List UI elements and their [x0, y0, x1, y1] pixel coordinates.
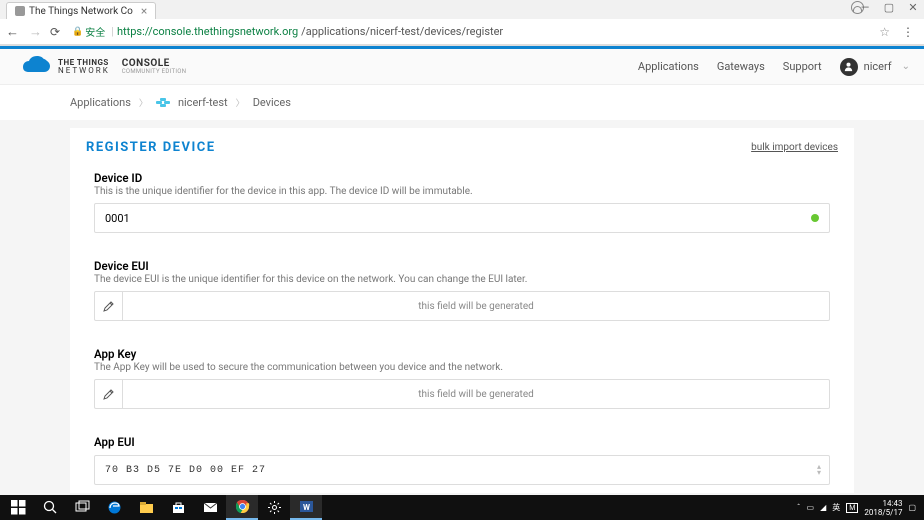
brand-line2: NETWORK — [58, 67, 110, 75]
user-menu[interactable]: nicerf ⌄ — [840, 58, 910, 76]
stepper-icon[interactable]: ▴▾ — [817, 464, 821, 476]
browser-menu-icon[interactable]: ⋮ — [898, 25, 918, 39]
tab-favicon — [15, 6, 25, 16]
maximize-button[interactable]: ▢ — [882, 1, 896, 14]
nav-support[interactable]: Support — [783, 60, 822, 73]
page-card: REGISTER DEVICE bulk import devices Devi… — [70, 128, 854, 493]
username: nicerf — [864, 60, 892, 73]
app-key-placeholder: this field will be generated — [123, 389, 829, 400]
wifi-icon[interactable]: ◢ — [820, 503, 826, 512]
ime-indicator[interactable]: 英 — [832, 502, 840, 513]
console-sub: COMMUNITY EDITION — [122, 69, 187, 75]
edit-device-eui-button[interactable] — [95, 292, 123, 320]
notifications-icon[interactable]: ▢ — [908, 503, 916, 512]
brand-logo[interactable]: THE THINGS NETWORK CONSOLE COMMUNITY EDI… — [14, 56, 186, 77]
chrome-icon[interactable] — [226, 495, 258, 520]
settings-icon[interactable] — [258, 495, 290, 520]
app-icon — [156, 98, 170, 107]
tab-close-icon[interactable]: × — [141, 4, 147, 18]
mail-icon[interactable] — [194, 495, 226, 520]
start-button[interactable] — [2, 495, 34, 520]
avatar-icon — [840, 58, 858, 76]
breadcrumb-applications[interactable]: Applications — [70, 96, 131, 109]
store-icon[interactable] — [162, 495, 194, 520]
chevron-right-icon: 〉 — [236, 96, 245, 109]
bookmark-icon[interactable]: ☆ — [879, 25, 890, 39]
file-explorer-icon[interactable] — [130, 495, 162, 520]
reload-button[interactable]: ⟳ — [50, 25, 60, 39]
device-eui-label: Device EUI — [94, 259, 830, 273]
site-header: THE THINGS NETWORK CONSOLE COMMUNITY EDI… — [0, 49, 924, 85]
bulk-import-link[interactable]: bulk import devices — [751, 142, 838, 153]
secure-badge: 安全 — [72, 24, 105, 39]
url-path: /applications/nicerf-test/devices/regist… — [301, 25, 503, 38]
battery-icon[interactable]: ▭ — [807, 503, 815, 512]
console-label: CONSOLE — [122, 59, 187, 69]
windows-taskbar: W ˆ ▭ ◢ 英 M 14:43 2018/5/17 ▢ — [0, 495, 924, 520]
app-key-help: The App Key will be used to secure the c… — [94, 362, 830, 373]
app-key-label: App Key — [94, 347, 830, 361]
tab-title: The Things Network Co — [29, 6, 133, 17]
chevron-right-icon: 〉 — [139, 96, 148, 109]
device-eui-placeholder: this field will be generated — [123, 301, 829, 312]
app-eui-value: 70 B3 D5 7E D0 00 EF 27 — [105, 465, 266, 476]
forward-button[interactable]: → — [29, 24, 42, 40]
app-eui-select[interactable]: 70 B3 D5 7E D0 00 EF 27 ▴▾ — [94, 455, 830, 485]
back-button[interactable]: ← — [6, 24, 19, 40]
breadcrumb-devices[interactable]: Devices — [253, 96, 291, 109]
task-view-icon[interactable] — [66, 495, 98, 520]
url-host: https://console.thethingsnetwork.org — [117, 25, 298, 38]
device-id-help: This is the unique identifier for the de… — [94, 186, 830, 197]
tray-up-icon[interactable]: ˆ — [797, 503, 801, 512]
app-eui-label: App EUI — [94, 435, 830, 449]
breadcrumb-app-name[interactable]: nicerf-test — [178, 96, 228, 109]
page-title: REGISTER DEVICE — [86, 140, 216, 155]
close-window-button[interactable]: ✕ — [906, 1, 920, 14]
svg-text:W: W — [303, 503, 310, 512]
address-bar[interactable]: 安全 | https://console.thethingsnetwork.or… — [68, 24, 871, 39]
cloud-icon — [14, 56, 52, 77]
valid-indicator-icon — [811, 214, 819, 222]
nav-applications[interactable]: Applications — [638, 60, 699, 73]
minimize-button[interactable]: — — [858, 1, 872, 14]
edit-app-key-button[interactable] — [95, 380, 123, 408]
word-icon[interactable]: W — [290, 495, 322, 520]
breadcrumb: Applications 〉 nicerf-test 〉 Devices — [0, 85, 924, 120]
cortana-search-icon[interactable] — [34, 495, 66, 520]
clock[interactable]: 14:43 2018/5/17 — [864, 499, 902, 517]
browser-tab[interactable]: The Things Network Co × — [6, 2, 156, 19]
device-id-input[interactable] — [95, 204, 829, 232]
device-id-label: Device ID — [94, 171, 830, 185]
chevron-down-icon: ⌄ — [902, 61, 910, 72]
nav-gateways[interactable]: Gateways — [717, 60, 765, 73]
device-eui-help: The device EUI is the unique identifier … — [94, 274, 830, 285]
edge-icon[interactable] — [98, 495, 130, 520]
keyboard-icon[interactable]: M — [846, 503, 858, 513]
